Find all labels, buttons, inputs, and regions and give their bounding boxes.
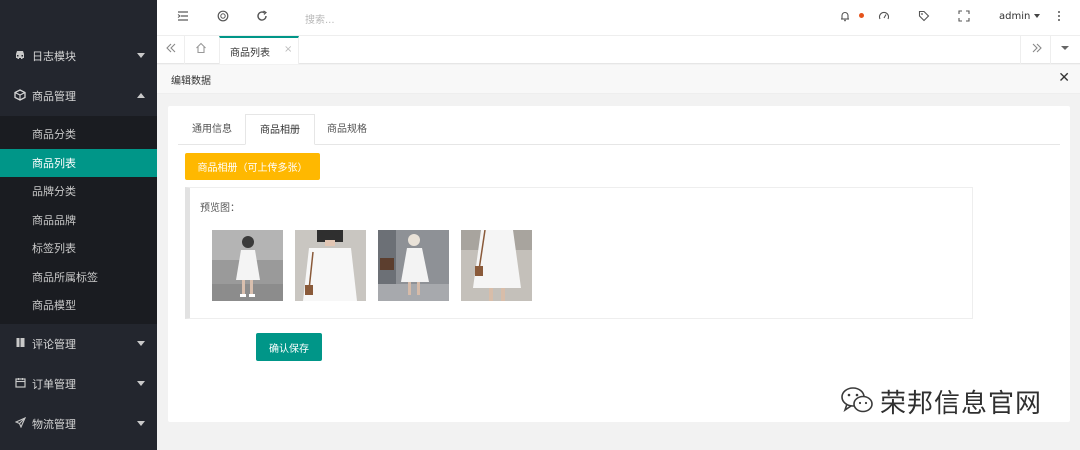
user-menu[interactable]: admin bbox=[999, 11, 1041, 22]
tab-product-list[interactable]: 商品列表 × bbox=[219, 36, 299, 64]
album-image-3[interactable] bbox=[378, 230, 449, 301]
tab-label: 商品列表 bbox=[230, 48, 270, 59]
album-image-2[interactable] bbox=[295, 230, 366, 301]
tabbar-divider bbox=[184, 36, 185, 64]
sidebar-item-tag-list[interactable]: 标签列表 bbox=[0, 234, 157, 263]
sidebar-logo-area bbox=[0, 0, 157, 36]
theme-palette-icon[interactable] bbox=[878, 10, 890, 27]
edit-form-card: 通用信息 商品相册 商品规格 商品相册（可上传多张） 预览图： 确认保存 bbox=[168, 106, 1070, 422]
tab-close-icon[interactable]: × bbox=[284, 44, 292, 55]
form-tabs: 通用信息 商品相册 商品规格 bbox=[178, 114, 1060, 145]
sidebar-item-brand-category[interactable]: 品牌分类 bbox=[0, 177, 157, 206]
chevron-down-icon bbox=[137, 380, 145, 386]
preview-panel: 预览图： bbox=[185, 187, 973, 319]
sidebar-group-logistics[interactable]: 物流管理 bbox=[0, 404, 157, 444]
tab-product-album[interactable]: 商品相册 bbox=[245, 114, 315, 145]
refresh-icon[interactable] bbox=[256, 10, 268, 27]
album-image-1[interactable] bbox=[212, 230, 283, 301]
search-input[interactable]: 搜索... bbox=[305, 11, 335, 26]
sidebar-item-product-model[interactable]: 商品模型 bbox=[0, 291, 157, 320]
tag-icon[interactable] bbox=[918, 10, 930, 27]
sidebar-item-product-list[interactable]: 商品列表 bbox=[0, 148, 157, 177]
scroll-left-icon[interactable] bbox=[165, 42, 177, 59]
edit-dialog-header: 编辑数据 ✕ bbox=[157, 65, 1080, 94]
album-image-4[interactable] bbox=[461, 230, 532, 301]
fullscreen-icon[interactable] bbox=[958, 10, 970, 27]
preview-label: 预览图： bbox=[200, 203, 240, 214]
book-icon bbox=[13, 337, 27, 351]
calendar-icon bbox=[13, 377, 27, 391]
close-icon[interactable]: ✕ bbox=[1058, 70, 1070, 86]
sidebar-item-brand[interactable]: 商品品牌 bbox=[0, 206, 157, 235]
sidebar-group-label: 评论管理 bbox=[32, 337, 76, 351]
upload-album-button[interactable]: 商品相册（可上传多张） bbox=[185, 153, 320, 180]
sidebar-group-label: 商品管理 bbox=[32, 90, 76, 103]
user-name: admin bbox=[999, 11, 1031, 22]
home-icon[interactable] bbox=[195, 42, 207, 59]
watermark: 荣邦信息官网 bbox=[840, 383, 1042, 420]
sidebar-item-category[interactable]: 商品分类 bbox=[0, 120, 157, 149]
chevron-down-icon bbox=[137, 340, 145, 346]
chevron-up-icon bbox=[137, 93, 145, 98]
sidebar-submenu-product: 商品分类 商品列表 品牌分类 商品品牌 标签列表 商品所属标签 商品模型 bbox=[0, 116, 157, 324]
sidebar: 日志模块 商品管理 商品分类 商品列表 品牌分类 商品品牌 标签列表 商品所属标… bbox=[0, 0, 157, 450]
sidebar-group-product[interactable]: 商品管理 bbox=[0, 76, 157, 116]
tabbar-divider bbox=[1020, 36, 1021, 64]
sidebar-group-label: 物流管理 bbox=[32, 417, 76, 431]
more-vertical-icon[interactable] bbox=[1056, 10, 1062, 27]
sidebar-group-label: 日志模块 bbox=[32, 50, 76, 63]
tab-product-specs[interactable]: 商品规格 bbox=[313, 114, 381, 145]
sidebar-item-product-tags[interactable]: 商品所属标签 bbox=[0, 263, 157, 292]
top-header: 搜索... admin bbox=[157, 0, 1080, 36]
bell-icon[interactable] bbox=[839, 10, 851, 27]
page-tabbar: 商品列表 × bbox=[157, 36, 1080, 64]
watermark-text: 荣邦信息官网 bbox=[880, 389, 1043, 419]
chevron-down-icon bbox=[137, 420, 145, 426]
dialog-title: 编辑数据 bbox=[171, 76, 211, 87]
tabbar-divider bbox=[1050, 36, 1051, 64]
sidebar-group-orders[interactable]: 订单管理 bbox=[0, 364, 157, 404]
menu-toggle-icon[interactable] bbox=[177, 10, 189, 27]
sidebar-group-comments[interactable]: 评论管理 bbox=[0, 324, 157, 364]
scroll-right-icon[interactable] bbox=[1031, 42, 1043, 59]
globe-icon[interactable] bbox=[217, 10, 229, 27]
tab-general-info[interactable]: 通用信息 bbox=[178, 114, 246, 145]
chevron-down-icon bbox=[137, 53, 145, 58]
chevron-down-icon bbox=[1034, 14, 1041, 18]
confirm-save-button[interactable]: 确认保存 bbox=[256, 333, 322, 361]
wechat-icon bbox=[840, 385, 874, 418]
box-icon bbox=[13, 88, 27, 104]
send-icon bbox=[13, 416, 27, 431]
car-icon bbox=[13, 50, 27, 63]
sidebar-group-log[interactable]: 日志模块 bbox=[0, 36, 157, 76]
tab-options-chevron-icon[interactable] bbox=[1060, 42, 1070, 59]
notification-dot bbox=[859, 13, 864, 18]
sidebar-group-label: 订单管理 bbox=[32, 377, 76, 391]
